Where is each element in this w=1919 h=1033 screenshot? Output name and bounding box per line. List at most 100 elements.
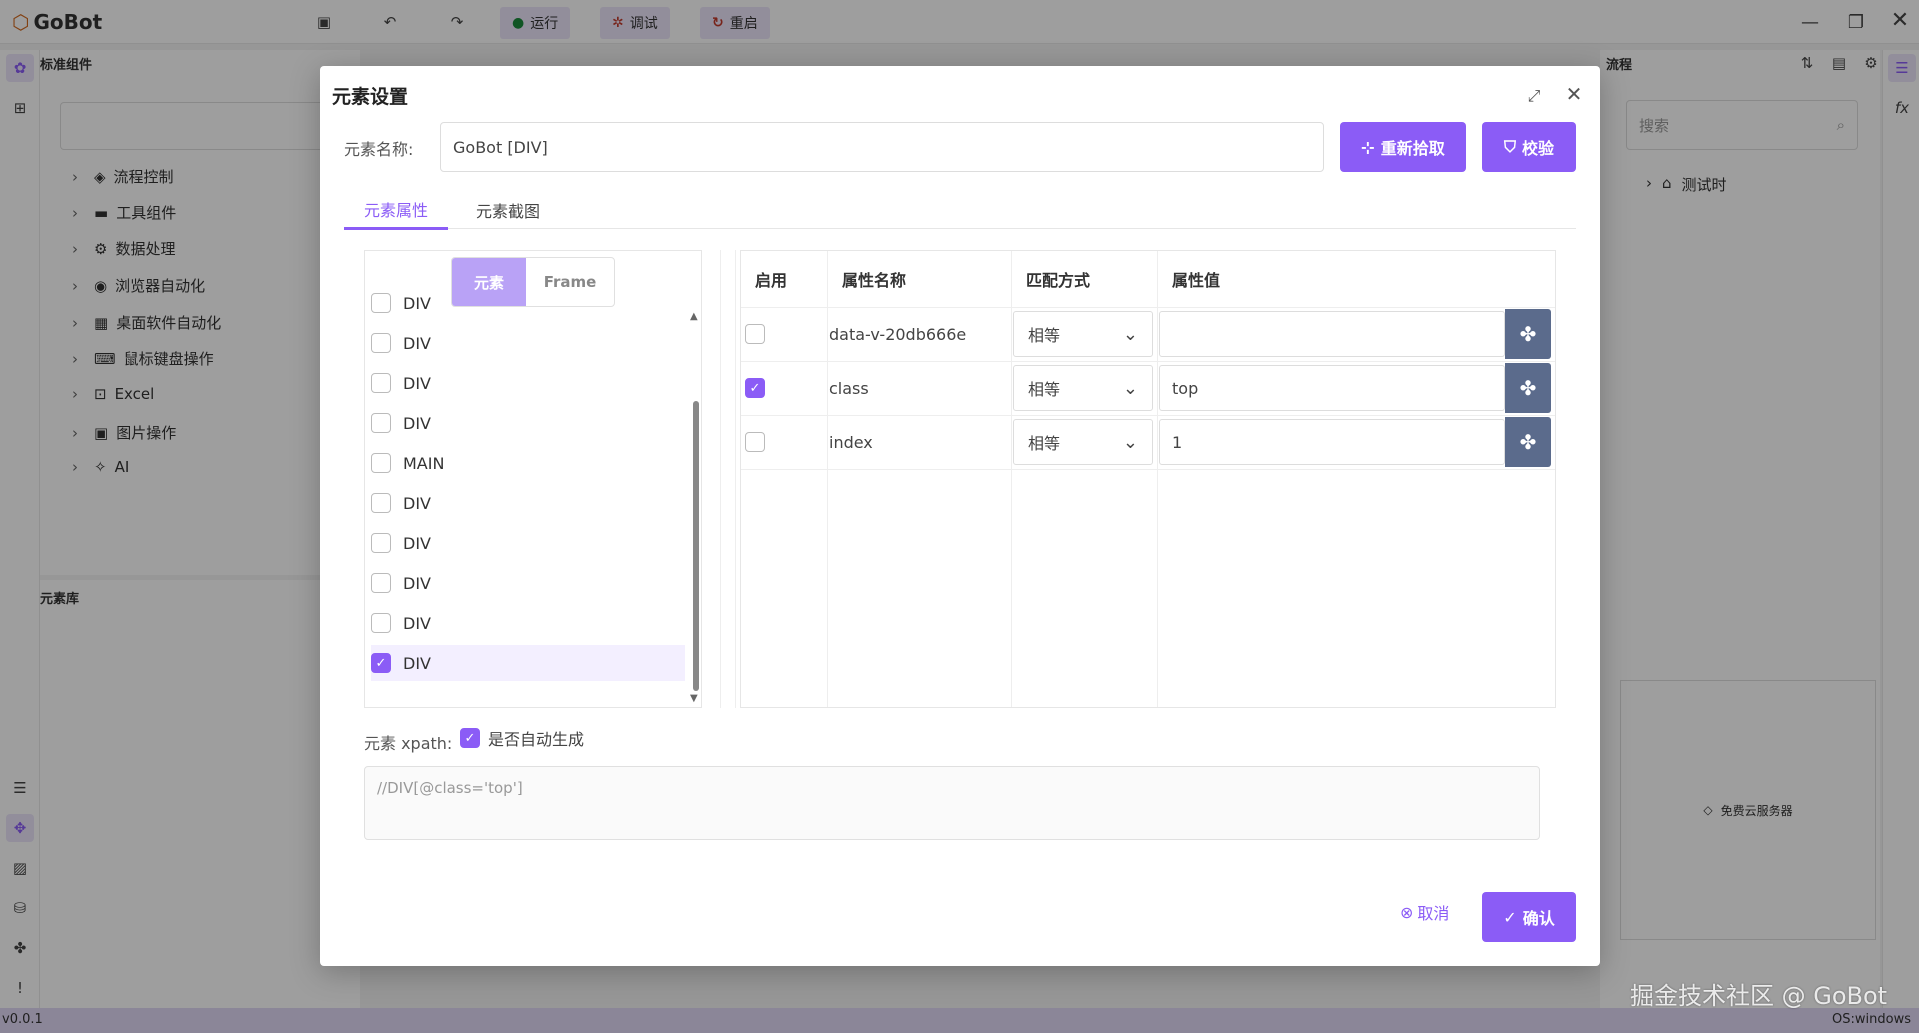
python-expression-button[interactable]: ✤: [1505, 309, 1551, 359]
tree-node-label: DIV: [403, 653, 431, 673]
checkbox-icon[interactable]: [371, 453, 391, 473]
tree-node[interactable]: MAIN: [371, 445, 685, 481]
tree-node-label: MAIN: [403, 453, 445, 473]
confirm-label: 确认: [1522, 909, 1555, 928]
splitter[interactable]: [720, 250, 736, 708]
match-select-value: 相等: [1028, 434, 1061, 453]
expand-icon[interactable]: ⤢: [1520, 82, 1548, 110]
checkbox-icon[interactable]: [371, 293, 391, 313]
confirm-button[interactable]: ✓ 确认: [1482, 892, 1576, 942]
tree-node[interactable]: DIV: [371, 325, 685, 361]
checkbox-icon[interactable]: [745, 324, 765, 344]
python-expression-button[interactable]: ✤: [1505, 363, 1551, 413]
element-settings-dialog: 元素设置 ⤢ ✕ 元素名称: GoBot [DIV] ⊹ 重新拾取 ⛉ 校验 元素属…: [320, 66, 1600, 966]
chevron-down-icon: ⌄: [1122, 431, 1138, 453]
checkbox-icon[interactable]: [371, 613, 391, 633]
checkbox-icon[interactable]: [371, 573, 391, 593]
dialog-title: 元素设置: [332, 86, 409, 108]
checkbox-icon[interactable]: [371, 493, 391, 513]
tab-label: 元素属性: [363, 200, 428, 220]
repick-label: 重新拾取: [1380, 139, 1445, 158]
verify-label: 校验: [1522, 139, 1555, 158]
check-icon: ✓: [1503, 907, 1517, 927]
cancel-circle-icon: ⊗: [1400, 902, 1414, 922]
tree-node[interactable]: ✓ DIV: [371, 645, 685, 681]
checkbox-checked-icon: ✓: [460, 728, 480, 748]
tree-scrollbar[interactable]: [693, 401, 699, 691]
scroll-up-icon[interactable]: ▲: [690, 311, 701, 322]
tree-node-label: DIV: [403, 373, 431, 393]
tree-node-label: DIV: [403, 413, 431, 433]
checkbox-icon[interactable]: [371, 333, 391, 353]
col-divider: [1157, 307, 1158, 707]
element-tree-panel: 元素 Frame ▲ ▼ DIV DIV DIV DIV MAIN DIV DIV DIV DI…: [364, 250, 702, 708]
match-select[interactable]: 相等 ⌄: [1013, 365, 1153, 411]
attr-name-cell: class: [829, 378, 869, 398]
close-dialog-icon[interactable]: ✕: [1560, 80, 1588, 108]
tree-node-label: DIV: [403, 333, 431, 353]
tree-node-label: DIV: [403, 293, 431, 313]
checkbox-icon[interactable]: [371, 373, 391, 393]
chevron-down-icon: ⌄: [1122, 377, 1138, 399]
tree-node-label: DIV: [403, 493, 431, 513]
python-icon: ✤: [1519, 322, 1537, 346]
verify-button[interactable]: ⛉ 校验: [1482, 122, 1576, 172]
auto-generate-checkbox[interactable]: ✓ 是否自动生成: [460, 726, 584, 750]
tree-node[interactable]: DIV: [371, 605, 685, 641]
python-icon: ✤: [1519, 430, 1537, 454]
tree-node-label: DIV: [403, 573, 431, 593]
checkbox-checked-icon[interactable]: ✓: [371, 653, 391, 673]
cancel-button[interactable]: ⊗ 取消: [1400, 900, 1449, 924]
tree-node-label: DIV: [403, 613, 431, 633]
match-select[interactable]: 相等 ⌄: [1013, 419, 1153, 465]
checkbox-icon[interactable]: [371, 413, 391, 433]
attr-value-input[interactable]: 1: [1159, 419, 1505, 465]
element-name-input[interactable]: GoBot [DIV]: [440, 122, 1324, 172]
xpath-value: //DIV[@class='top']: [377, 779, 523, 797]
header-enabled: 启用: [755, 271, 788, 290]
table-row-enable: [741, 415, 827, 469]
match-select[interactable]: 相等 ⌄: [1013, 311, 1153, 357]
attribute-table: 启用 属性名称 匹配方式 属性值 data-v-20db666e 相等 ⌄ ✤ ✓ cla…: [740, 250, 1556, 708]
element-name-label: 元素名称:: [344, 140, 414, 159]
tab-element-screenshot[interactable]: 元素截图: [456, 190, 560, 230]
match-select-value: 相等: [1028, 380, 1061, 399]
attr-value-input[interactable]: top: [1159, 365, 1505, 411]
cancel-label: 取消: [1417, 904, 1450, 923]
attr-name-cell: index: [829, 432, 873, 452]
tab-label: 元素截图: [475, 202, 540, 221]
checkbox-icon[interactable]: [371, 533, 391, 553]
xpath-label: 元素 xpath:: [364, 734, 453, 753]
attr-value-input[interactable]: [1159, 311, 1505, 357]
chevron-down-icon: ⌄: [1122, 323, 1138, 345]
tree-node[interactable]: DIV: [371, 405, 685, 441]
attr-name-cell: data-v-20db666e: [829, 324, 967, 344]
checkbox-checked-icon[interactable]: ✓: [745, 378, 765, 398]
scroll-down-icon[interactable]: ▼: [690, 693, 701, 704]
attr-value-text: 1: [1172, 432, 1183, 452]
element-name-value: GoBot [DIV]: [453, 137, 548, 157]
tree-node[interactable]: DIV: [371, 485, 685, 521]
watermark: 掘金技术社区 @ GoBot: [1630, 982, 1888, 1010]
row-divider: [741, 469, 1555, 470]
tree-node[interactable]: DIV: [371, 525, 685, 561]
tab-element-attributes[interactable]: 元素属性: [344, 190, 448, 230]
table-row-enable: ✓: [741, 361, 827, 415]
repick-button[interactable]: ⊹ 重新拾取: [1340, 122, 1466, 172]
xpath-textarea[interactable]: //DIV[@class='top']: [364, 766, 1540, 840]
tree-node[interactable]: DIV: [371, 565, 685, 601]
tree-node[interactable]: DIV: [371, 285, 685, 321]
tree-node-label: DIV: [403, 533, 431, 553]
tree-node[interactable]: DIV: [371, 365, 685, 401]
python-expression-button[interactable]: ✤: [1505, 417, 1551, 467]
header-match: 匹配方式: [1011, 251, 1157, 307]
col-divider: [1011, 307, 1012, 707]
auto-generate-label: 是否自动生成: [488, 730, 585, 749]
table-row-enable: [741, 307, 827, 361]
python-icon: ✤: [1519, 376, 1537, 400]
header-attr-name: 属性名称: [827, 251, 1011, 307]
checkbox-icon[interactable]: [745, 432, 765, 452]
target-icon: ⊹: [1361, 137, 1375, 157]
header-attr-value: 属性值: [1157, 251, 1555, 307]
match-select-value: 相等: [1028, 326, 1061, 345]
